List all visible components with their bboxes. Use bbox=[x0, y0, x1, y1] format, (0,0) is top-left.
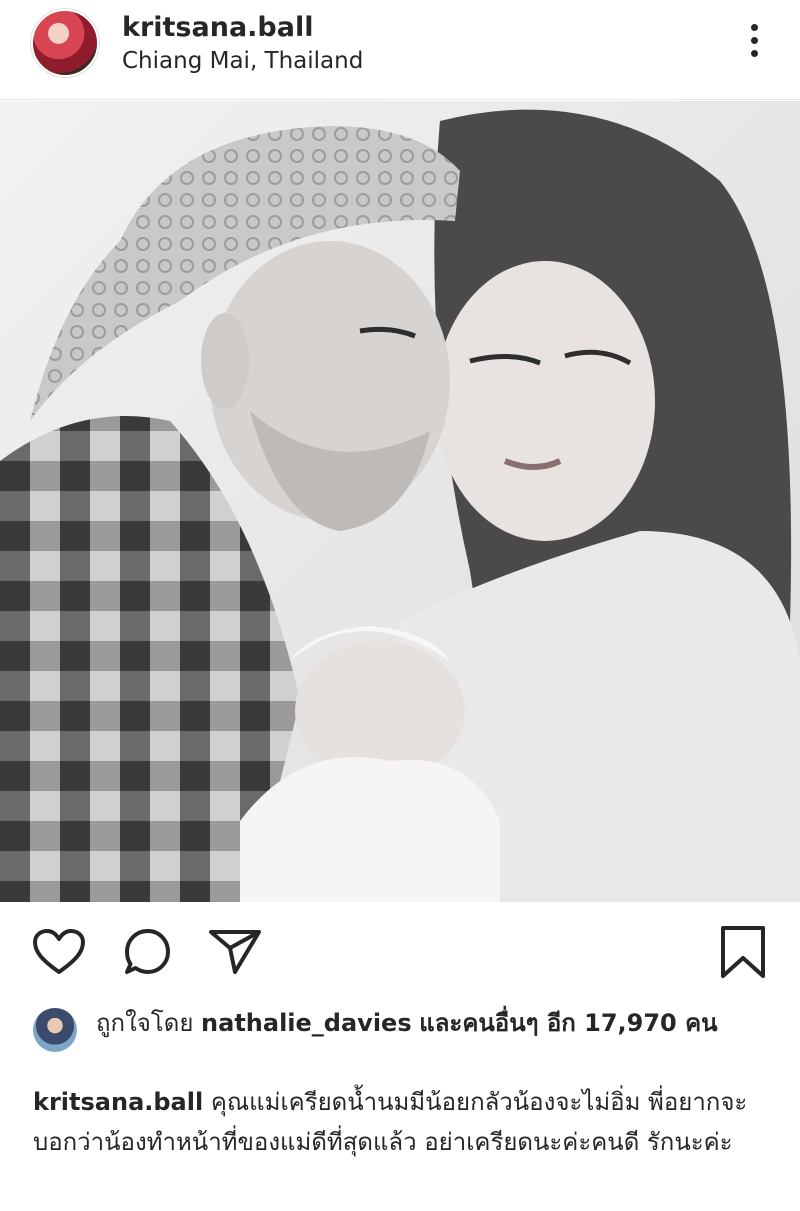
liker-avatar[interactable] bbox=[33, 1008, 77, 1052]
caption-username[interactable]: kritsana.ball bbox=[33, 1088, 203, 1116]
post-actions bbox=[0, 902, 800, 1000]
post-header: kritsana.ball Chiang Mai, Thailand bbox=[0, 0, 800, 100]
comment-icon[interactable] bbox=[122, 926, 174, 978]
likes-prefix: ถูกใจโดย bbox=[96, 1009, 194, 1037]
post-caption: kritsana.ball คุณแม่เครียดน้ำนมมีน้อยกลั… bbox=[33, 1082, 778, 1162]
profile-avatar[interactable] bbox=[31, 9, 99, 77]
likes-count[interactable]: และคนอื่นๆ อีก 17,970 คน bbox=[419, 1009, 717, 1037]
bookmark-icon[interactable] bbox=[719, 924, 767, 980]
more-vertical-icon[interactable] bbox=[748, 24, 760, 64]
post-username[interactable]: kritsana.ball bbox=[122, 12, 313, 43]
send-icon[interactable] bbox=[208, 928, 262, 976]
heart-icon[interactable] bbox=[32, 928, 86, 976]
liker-username[interactable]: nathalie_davies bbox=[201, 1009, 412, 1037]
photo-illustration bbox=[0, 101, 800, 902]
post-photo[interactable] bbox=[0, 101, 800, 902]
likes-text[interactable]: ถูกใจโดย nathalie_davies และคนอื่นๆ อีก … bbox=[96, 1006, 776, 1040]
post-location[interactable]: Chiang Mai, Thailand bbox=[122, 48, 363, 74]
likes-summary: ถูกใจโดย nathalie_davies และคนอื่นๆ อีก … bbox=[0, 1000, 800, 1080]
